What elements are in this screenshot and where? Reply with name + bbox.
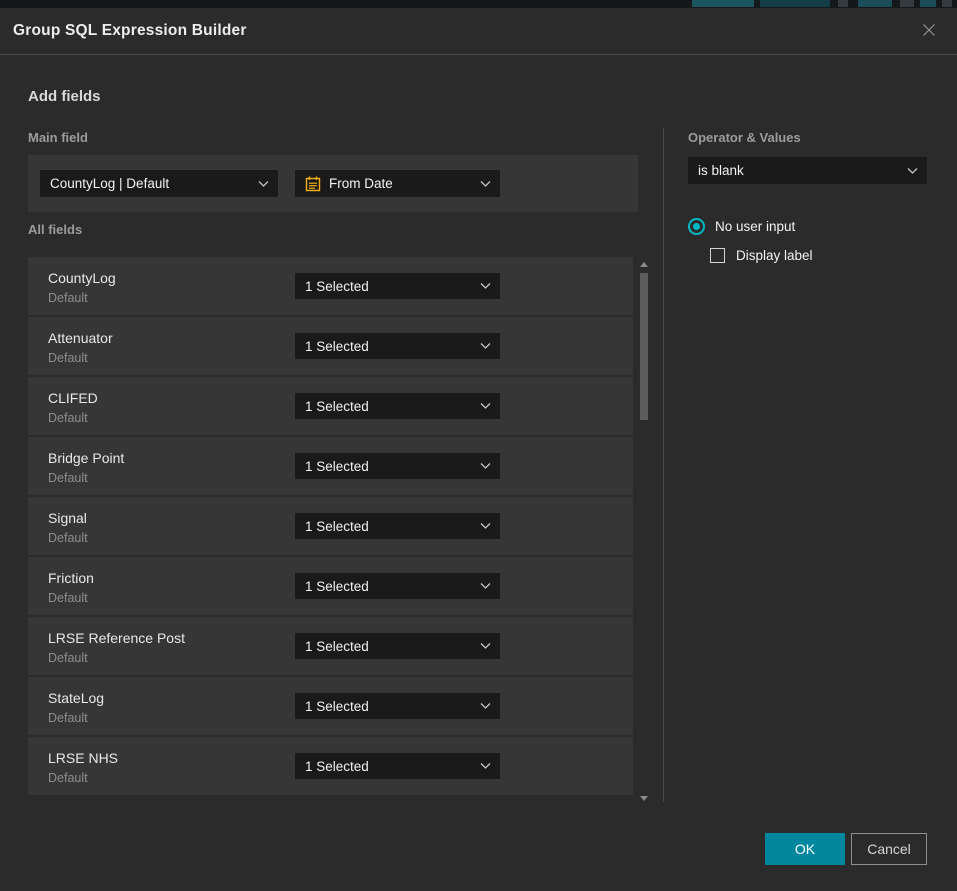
group-sql-expression-builder-dialog: Group SQL Expression Builder Add fields … xyxy=(0,8,957,891)
field-selection-value: 1 Selected xyxy=(305,399,369,414)
chevron-down-icon xyxy=(480,283,491,290)
field-selection-value: 1 Selected xyxy=(305,639,369,654)
background-fragment xyxy=(692,0,754,7)
checkbox-unchecked-icon xyxy=(710,248,725,263)
chevron-down-icon xyxy=(480,763,491,770)
chevron-down-icon xyxy=(480,643,491,650)
field-selection-value: 1 Selected xyxy=(305,699,369,714)
field-sublabel: Default xyxy=(48,531,88,545)
field-sublabel: Default xyxy=(48,651,88,665)
operator-dropdown-value: is blank xyxy=(698,163,744,178)
screen: Group SQL Expression Builder Add fields … xyxy=(0,0,957,891)
chevron-down-icon xyxy=(258,180,269,187)
main-field-panel: CountyLog | Default From Date xyxy=(28,155,638,212)
operator-values-label: Operator & Values xyxy=(688,130,801,145)
chevron-down-icon xyxy=(480,403,491,410)
chevron-down-icon xyxy=(480,463,491,470)
field-sublabel: Default xyxy=(48,591,88,605)
field-sublabel: Default xyxy=(48,771,88,785)
all-fields-list: CountyLog Default 1 Selected Attenuator … xyxy=(28,257,633,797)
field-row: CLIFED Default 1 Selected xyxy=(28,377,633,435)
field-name: LRSE Reference Post xyxy=(48,630,185,646)
scrollbar[interactable] xyxy=(639,257,649,803)
ok-button[interactable]: OK xyxy=(765,833,845,865)
radio-selected-icon xyxy=(688,218,705,235)
field-selection-dropdown[interactable]: 1 Selected xyxy=(295,453,500,479)
field-name: Friction xyxy=(48,570,94,586)
close-icon xyxy=(921,22,937,41)
chevron-down-icon xyxy=(480,583,491,590)
field-name: Attenuator xyxy=(48,330,113,346)
no-user-input-option[interactable]: No user input xyxy=(688,218,795,235)
field-row: Signal Default 1 Selected xyxy=(28,497,633,555)
field-selection-value: 1 Selected xyxy=(305,279,369,294)
field-row: Attenuator Default 1 Selected xyxy=(28,317,633,375)
field-selection-value: 1 Selected xyxy=(305,759,369,774)
field-selection-value: 1 Selected xyxy=(305,459,369,474)
layer-dropdown[interactable]: CountyLog | Default xyxy=(40,170,278,197)
chevron-down-icon xyxy=(480,703,491,710)
field-row: CountyLog Default 1 Selected xyxy=(28,257,633,315)
main-field-label: Main field xyxy=(28,130,88,145)
vertical-divider xyxy=(663,128,664,802)
chevron-down-icon xyxy=(480,180,491,187)
display-label-option[interactable]: Display label xyxy=(710,248,813,263)
field-name: Signal xyxy=(48,510,87,526)
field-sublabel: Default xyxy=(48,471,88,485)
display-label-text: Display label xyxy=(736,248,813,263)
field-sublabel: Default xyxy=(48,411,88,425)
field-sublabel: Default xyxy=(48,351,88,365)
layer-dropdown-value: CountyLog | Default xyxy=(50,176,169,191)
field-selection-dropdown[interactable]: 1 Selected xyxy=(295,273,500,299)
calendar-icon xyxy=(305,176,321,192)
chevron-down-icon xyxy=(480,343,491,350)
scroll-down-icon[interactable] xyxy=(640,796,648,801)
background-fragment xyxy=(760,0,830,7)
field-row: StateLog Default 1 Selected xyxy=(28,677,633,735)
field-row: Friction Default 1 Selected xyxy=(28,557,633,615)
field-selection-value: 1 Selected xyxy=(305,579,369,594)
field-dropdown-value: From Date xyxy=(329,176,393,191)
add-fields-heading: Add fields xyxy=(28,88,101,105)
field-sublabel: Default xyxy=(48,711,88,725)
operator-dropdown[interactable]: is blank xyxy=(688,157,927,184)
scroll-up-icon[interactable] xyxy=(640,262,648,267)
field-selection-dropdown[interactable]: 1 Selected xyxy=(295,753,500,779)
no-user-input-label: No user input xyxy=(715,219,795,234)
field-row: LRSE Reference Post Default 1 Selected xyxy=(28,617,633,675)
field-name: LRSE NHS xyxy=(48,750,118,766)
background-fragment xyxy=(838,0,848,7)
field-name: StateLog xyxy=(48,690,104,706)
field-selection-value: 1 Selected xyxy=(305,339,369,354)
background-fragment xyxy=(858,0,892,7)
background-fragment xyxy=(920,0,936,7)
field-selection-value: 1 Selected xyxy=(305,519,369,534)
field-selection-dropdown[interactable]: 1 Selected xyxy=(295,693,500,719)
background-fragment xyxy=(942,0,952,7)
field-name: CountyLog xyxy=(48,270,116,286)
scrollbar-thumb[interactable] xyxy=(640,273,648,420)
field-selection-dropdown[interactable]: 1 Selected xyxy=(295,633,500,659)
background-fragment xyxy=(900,0,914,7)
field-row: LRSE NHS Default 1 Selected xyxy=(28,737,633,795)
field-selection-dropdown[interactable]: 1 Selected xyxy=(295,393,500,419)
chevron-down-icon xyxy=(907,167,918,174)
dialog-title: Group SQL Expression Builder xyxy=(13,22,247,40)
cancel-button[interactable]: Cancel xyxy=(851,833,927,865)
field-selection-dropdown[interactable]: 1 Selected xyxy=(295,333,500,359)
field-name: Bridge Point xyxy=(48,450,124,466)
field-name: CLIFED xyxy=(48,390,98,406)
field-sublabel: Default xyxy=(48,291,88,305)
chevron-down-icon xyxy=(480,523,491,530)
background-page-strip xyxy=(0,0,957,8)
field-row: Bridge Point Default 1 Selected xyxy=(28,437,633,495)
field-selection-dropdown[interactable]: 1 Selected xyxy=(295,513,500,539)
all-fields-label: All fields xyxy=(28,222,82,237)
field-selection-dropdown[interactable]: 1 Selected xyxy=(295,573,500,599)
field-dropdown[interactable]: From Date xyxy=(295,170,500,197)
dialog-titlebar: Group SQL Expression Builder xyxy=(0,8,957,55)
close-button[interactable] xyxy=(919,21,939,41)
